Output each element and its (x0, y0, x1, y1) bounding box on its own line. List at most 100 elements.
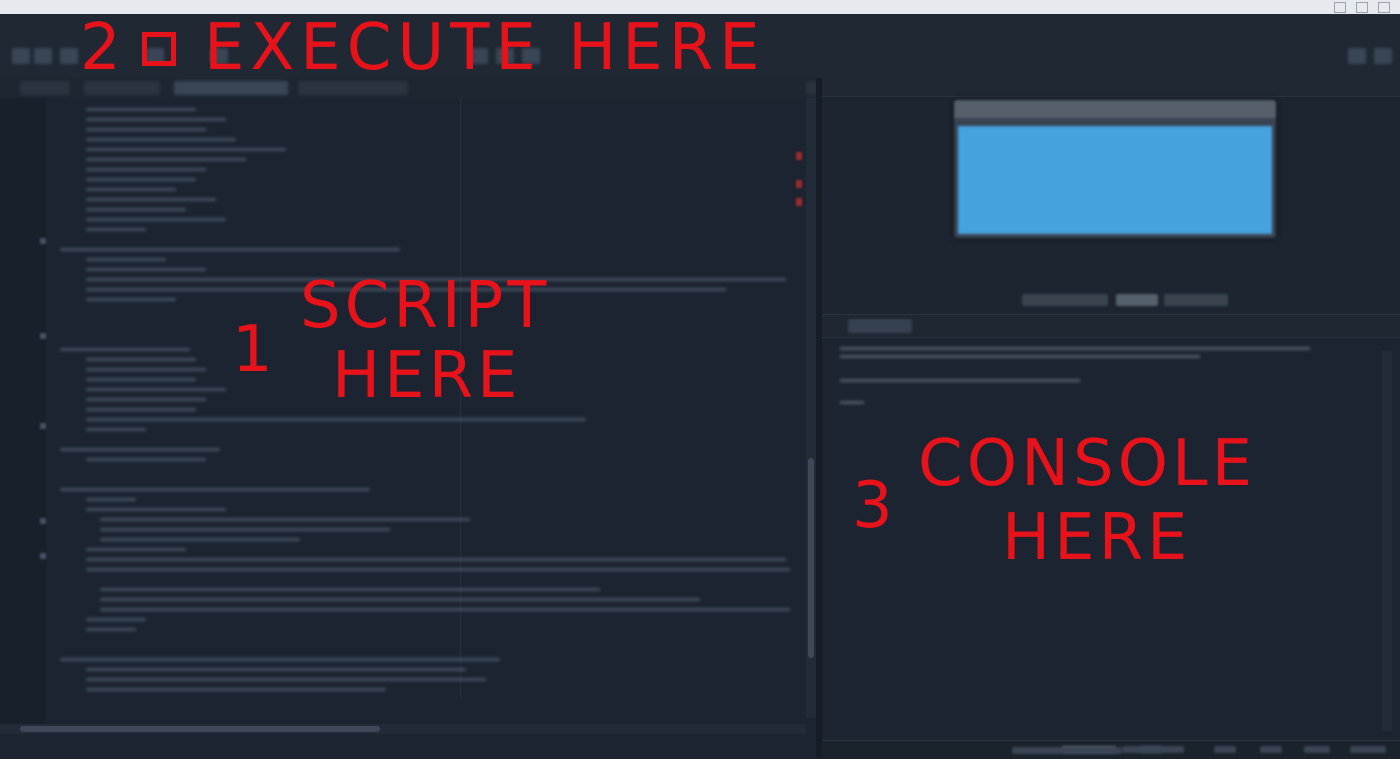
code-line (86, 508, 226, 511)
code-line (86, 148, 286, 151)
code-line (86, 458, 206, 461)
code-line (60, 488, 370, 491)
open-folder-icon[interactable] (34, 48, 52, 64)
preview-tab-bar (822, 78, 1400, 97)
annotation-script: SCRIPT (300, 269, 551, 343)
fold-marker-icon[interactable] (40, 238, 46, 244)
code-line (86, 628, 136, 631)
code-line (86, 388, 226, 391)
settings-icon[interactable] (1348, 48, 1366, 64)
code-line (86, 428, 146, 431)
code-line (100, 518, 470, 521)
console-output-line (840, 379, 1080, 382)
dialog-body (958, 126, 1272, 234)
preview-controls (1022, 294, 1232, 306)
preview-button[interactable] (1164, 294, 1228, 306)
preview-pane (822, 78, 1400, 314)
fold-marker-icon[interactable] (40, 518, 46, 524)
code-line (86, 228, 146, 231)
annotation-number-3: 3 (852, 469, 896, 543)
preview-dialog (954, 100, 1276, 238)
close-icon[interactable] (1378, 2, 1390, 13)
annotation-number-1: 1 (232, 313, 276, 387)
code-line (60, 658, 500, 661)
code-line (86, 618, 146, 621)
code-line (100, 598, 700, 601)
execute-box-icon (142, 32, 176, 66)
code-line (86, 668, 466, 671)
code-line (60, 348, 190, 351)
code-line (86, 688, 386, 691)
status-item (1140, 746, 1184, 753)
code-line (60, 248, 400, 251)
code-line (86, 678, 486, 681)
console-header (822, 315, 1400, 338)
code-line (86, 178, 196, 181)
code-line (100, 528, 390, 531)
error-marker[interactable] (796, 180, 802, 188)
console-prompt (840, 401, 864, 404)
console-output-line (840, 347, 1310, 350)
editor-tab[interactable] (20, 81, 70, 95)
code-line (86, 118, 226, 121)
code-line (86, 258, 166, 261)
console-tab[interactable] (848, 319, 912, 333)
code-line (86, 128, 206, 131)
error-marker[interactable] (796, 152, 802, 160)
code-line (86, 418, 586, 421)
annotation-number-2: 2 (80, 11, 124, 85)
code-line (86, 408, 196, 411)
status-bar (822, 740, 1400, 759)
status-item (1260, 746, 1282, 753)
status-item (1304, 746, 1330, 753)
code-line (60, 448, 220, 451)
editor-vertical-scrollbar[interactable] (806, 98, 816, 718)
code-line (86, 398, 206, 401)
annotation-script-here: HERE (332, 339, 522, 413)
code-line (86, 108, 196, 111)
code-line (86, 558, 786, 561)
status-item (1350, 746, 1386, 753)
preview-button[interactable] (1116, 294, 1158, 306)
maximize-icon[interactable] (1356, 2, 1368, 13)
save-icon[interactable] (60, 48, 78, 64)
status-item (1214, 746, 1236, 753)
fold-marker-icon[interactable] (40, 423, 46, 429)
line-number-gutter (0, 98, 46, 728)
code-line (86, 498, 136, 501)
scroll-thumb[interactable] (808, 458, 814, 658)
help-icon[interactable] (1374, 48, 1392, 64)
code-line (86, 368, 206, 371)
code-line (86, 268, 206, 271)
code-line (86, 158, 246, 161)
annotation-execute-here: EXECUTE HERE (204, 11, 766, 85)
code-line (86, 568, 790, 571)
error-marker[interactable] (796, 198, 802, 206)
annotation-console: CONSOLE (918, 427, 1257, 501)
code-line (86, 548, 186, 551)
minimize-icon[interactable] (1334, 2, 1346, 13)
code-line (86, 378, 196, 381)
code-line (100, 538, 300, 541)
new-file-icon[interactable] (12, 48, 30, 64)
code-line (100, 588, 600, 591)
code-line (86, 138, 236, 141)
code-line (86, 298, 176, 301)
preview-button[interactable] (1022, 294, 1108, 306)
status-item (1012, 747, 1122, 754)
fold-marker-icon[interactable] (40, 333, 46, 339)
annotation-console-here: HERE (1002, 501, 1192, 575)
dialog-header (954, 100, 1276, 118)
script-editor[interactable] (0, 98, 822, 728)
console-scrollbar[interactable] (1382, 351, 1392, 731)
code-line (86, 188, 176, 191)
editor-horizontal-scrollbar[interactable] (0, 724, 806, 734)
code-line (86, 208, 186, 211)
scroll-thumb[interactable] (20, 726, 380, 732)
code-line (86, 168, 206, 171)
console-output-line (840, 355, 1200, 358)
code-line (100, 608, 790, 611)
code-line (86, 358, 196, 361)
fold-marker-icon[interactable] (40, 553, 46, 559)
code-line (86, 198, 216, 201)
